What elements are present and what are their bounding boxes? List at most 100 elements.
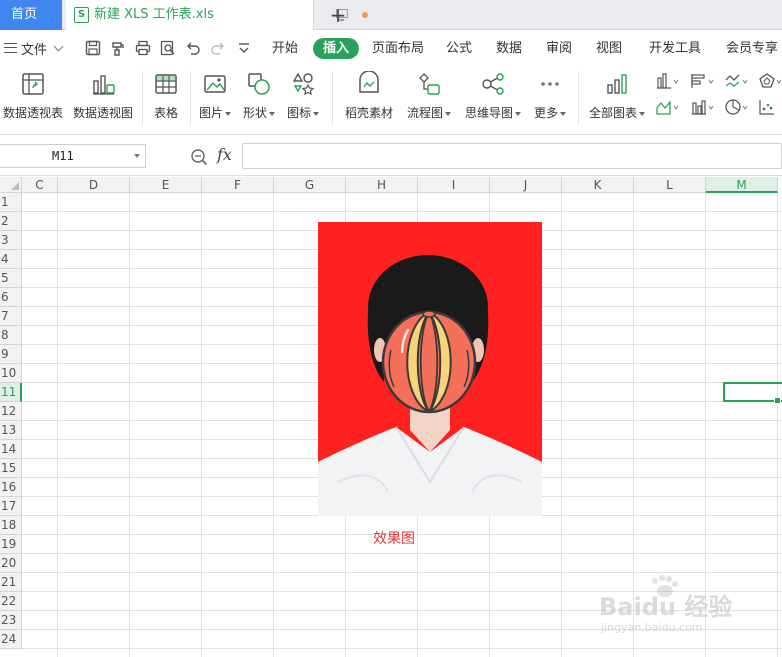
menu-bar: 文件 开始 插入 页面布局 公式 数据 审阅 视图 开发工具 会员专享 — [0, 31, 782, 65]
column-header-h[interactable]: H — [346, 177, 418, 193]
more-label-text: 更多 — [533, 106, 558, 120]
menu-tab-insert[interactable]: 插入 — [313, 38, 360, 59]
row-header-4[interactable]: 4 — [0, 250, 22, 269]
undo-icon[interactable] — [185, 40, 201, 56]
column-header-f[interactable]: F — [202, 177, 274, 193]
row-header-17[interactable]: 17 — [0, 497, 22, 516]
print-icon[interactable] — [135, 40, 151, 56]
dropdown-arrow-icon — [445, 111, 451, 116]
radar-chart-icon[interactable] — [758, 72, 782, 90]
ribbon-separator — [190, 71, 191, 125]
stock-chart-icon[interactable] — [690, 98, 716, 116]
row-header-9[interactable]: 9 — [0, 345, 22, 364]
shape-label-text: 形状 — [242, 106, 267, 120]
column-chart-icon[interactable] — [655, 72, 681, 90]
row-header-12[interactable]: 12 — [0, 402, 22, 421]
id-photo-image[interactable] — [318, 222, 542, 516]
bar-chart-icon — [607, 74, 627, 94]
more-button[interactable]: 更多 — [530, 69, 570, 127]
menu-tab-data[interactable]: 数据 — [496, 38, 522, 59]
tab-home[interactable]: 首页 — [0, 0, 62, 30]
menu-tab-page-layout[interactable]: 页面布局 — [372, 38, 424, 59]
menu-tab-formulas[interactable]: 公式 — [446, 38, 472, 59]
picture-button[interactable]: 图片 — [196, 69, 234, 127]
row-header-22[interactable]: 22 — [0, 592, 22, 611]
row-header-8[interactable]: 8 — [0, 326, 22, 345]
flowchart-button[interactable]: 流程图 — [404, 69, 454, 127]
flowchart-label-text: 流程图 — [406, 106, 443, 120]
pivot-table-label: 数据透视表 — [2, 106, 63, 120]
format-painter-icon[interactable] — [110, 40, 126, 56]
row-header-3[interactable]: 3 — [0, 231, 22, 250]
mind-map-label: 思维导图 — [462, 104, 524, 121]
row-header-20[interactable]: 20 — [0, 554, 22, 573]
row-header-6[interactable]: 6 — [0, 288, 22, 307]
all-charts-button[interactable]: 全部图表 — [586, 69, 648, 127]
spreadsheet-file-icon: S — [74, 7, 89, 23]
menu-tab-membership[interactable]: 会员专享 — [726, 38, 778, 59]
icon-button[interactable]: 图标 — [284, 69, 322, 127]
column-header-e[interactable]: E — [130, 177, 202, 193]
horizontal-bar-chart-icon[interactable] — [690, 72, 716, 90]
pivot-table-button[interactable]: 数据透视表 — [2, 69, 64, 127]
row-header-10[interactable]: 10 — [0, 364, 22, 383]
flowchart-icon — [419, 73, 440, 95]
row-header-1[interactable]: 1 — [0, 193, 22, 212]
tab-document[interactable]: S 新建 XLS 工作表.xls — [66, 0, 368, 30]
column-header-k[interactable]: K — [562, 177, 634, 193]
customize-toolbar-icon[interactable] — [236, 40, 252, 56]
name-box[interactable]: M11 — [0, 144, 146, 168]
column-header-m[interactable]: M — [706, 177, 778, 193]
function-icon[interactable]: fx — [217, 145, 232, 164]
dropdown-arrow-icon — [639, 111, 645, 116]
column-header-i[interactable]: I — [418, 177, 490, 193]
row-header-19[interactable]: 19 — [0, 535, 22, 554]
scatter-chart-icon[interactable] — [758, 98, 782, 116]
column-header-d[interactable]: D — [58, 177, 130, 193]
ribbon-separator — [332, 71, 333, 125]
menu-tab-home[interactable]: 开始 — [272, 38, 298, 59]
row-header-24[interactable]: 24 — [0, 630, 22, 649]
row-header-16[interactable]: 16 — [0, 478, 22, 497]
pie-chart-icon[interactable] — [724, 98, 750, 116]
menu-tab-developer[interactable]: 开发工具 — [649, 38, 701, 59]
row-header-7[interactable]: 7 — [0, 307, 22, 326]
row-header-15[interactable]: 15 — [0, 459, 22, 478]
sheet-grid[interactable]: CDEFGHIJKLM 1 2 3 4 5 6 7 8 9 10 11 12 13 14 15 16 17 18 1… — [0, 177, 782, 657]
formula-input[interactable] — [242, 143, 782, 169]
file-menu-button[interactable]: 文件 — [4, 37, 64, 59]
redo-icon[interactable] — [210, 40, 226, 56]
dropdown-arrow-icon[interactable] — [134, 154, 140, 158]
select-all-corner[interactable] — [0, 177, 22, 193]
table-button[interactable]: 表格 — [148, 69, 184, 127]
menu-tab-view[interactable]: 视图 — [596, 38, 622, 59]
row-header-23[interactable]: 23 — [0, 611, 22, 630]
area-chart-icon[interactable] — [655, 98, 681, 116]
docer-material-icon — [359, 71, 379, 93]
line-chart-icon[interactable] — [724, 72, 750, 90]
shape-button[interactable]: 形状 — [240, 69, 278, 127]
active-cell-selection[interactable] — [723, 382, 782, 404]
row-header-5[interactable]: 5 — [0, 269, 22, 288]
row-header-14[interactable]: 14 — [0, 440, 22, 459]
zoom-search-icon[interactable] — [190, 148, 208, 166]
docer-material-button[interactable]: 稻壳素材 — [342, 69, 396, 127]
table-icon — [155, 74, 177, 94]
save-icon[interactable] — [85, 40, 101, 56]
hamburger-icon — [4, 43, 17, 53]
print-preview-icon[interactable] — [160, 40, 176, 56]
row-header-2[interactable]: 2 — [0, 212, 22, 231]
row-header-11[interactable]: 11 — [0, 383, 22, 402]
row-header-21[interactable]: 21 — [0, 573, 22, 592]
pivot-chart-button[interactable]: 数据透视图 — [72, 69, 134, 127]
column-header-j[interactable]: J — [490, 177, 562, 193]
menu-tab-review[interactable]: 审阅 — [546, 38, 572, 59]
row-header-13[interactable]: 13 — [0, 421, 22, 440]
row-header-18[interactable]: 18 — [0, 516, 22, 535]
column-header-g[interactable]: G — [274, 177, 346, 193]
column-header-c[interactable]: C — [22, 177, 58, 193]
mind-map-button[interactable]: 思维导图 — [462, 69, 524, 127]
more-label: 更多 — [530, 104, 570, 121]
column-header-l[interactable]: L — [634, 177, 706, 193]
new-tab-button[interactable]: + — [326, 2, 350, 28]
